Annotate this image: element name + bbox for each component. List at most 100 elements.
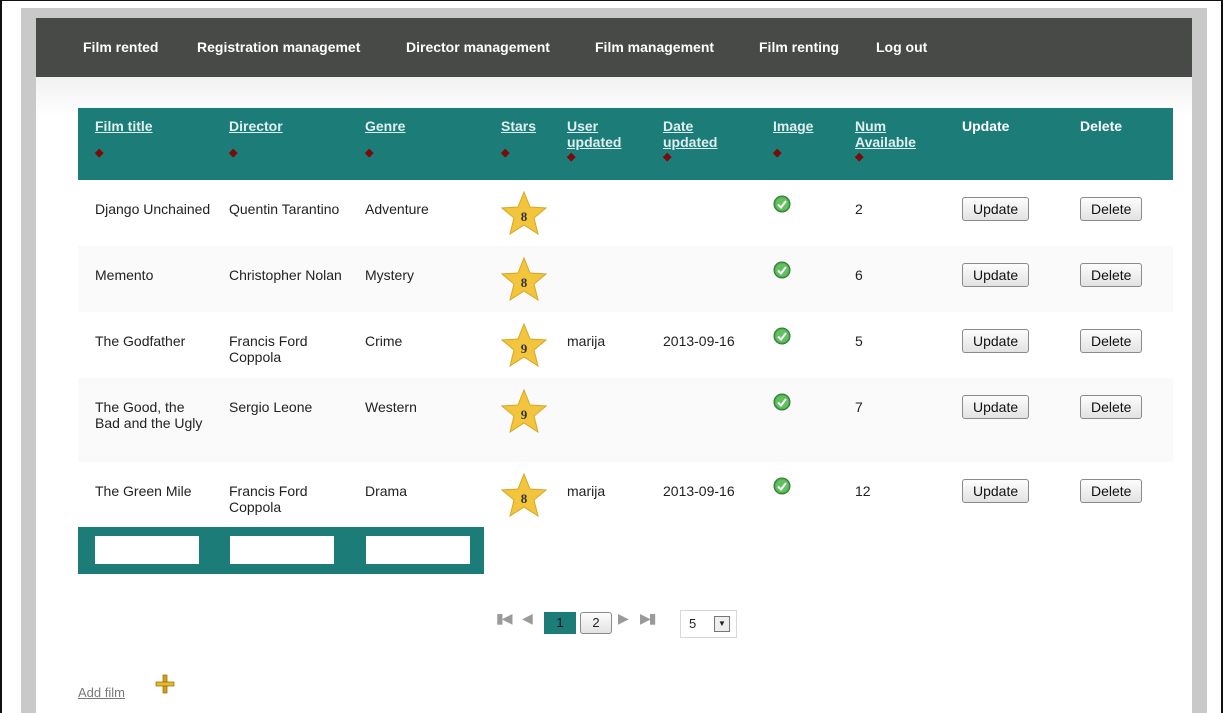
filter-film-title-input[interactable] (95, 536, 199, 564)
cell-num-available: 6 (855, 267, 863, 283)
nav-registration-management[interactable]: Registration managemet (197, 39, 360, 55)
cell-genre: Adventure (365, 201, 429, 217)
cell-film-title: The Good, the Bad and the Ugly (95, 399, 203, 431)
sort-image-link[interactable]: Image (773, 118, 813, 134)
header-director: Director ◆ (212, 108, 348, 180)
cell-film-title: The Green Mile (95, 483, 192, 499)
star-rating-icon: 8 (501, 191, 547, 235)
cell-image (756, 462, 838, 528)
cell-user-updated (550, 378, 646, 462)
last-page-icon[interactable]: ▶▮ (640, 610, 657, 627)
cell-date-updated (646, 246, 756, 312)
check-icon (773, 195, 791, 213)
header-genre: Genre ◆ (348, 108, 484, 180)
cell-date-updated: 2013-09-16 (663, 333, 735, 349)
header-film-title: Film title ◆ (78, 108, 212, 180)
next-page-icon[interactable]: ▶ (618, 610, 629, 627)
cell-delete: Delete (1063, 246, 1173, 312)
table-row: Django Unchained Quentin Tarantino Adventu… (78, 180, 1173, 246)
delete-button[interactable]: Delete (1080, 329, 1143, 353)
films-table: Film title ◆ Director ◆ Genre ◆ Stars ◆ … (78, 108, 1173, 528)
sort-genre-link[interactable]: Genre (365, 118, 405, 134)
sort-num-available-link[interactable]: Num Available (855, 118, 930, 150)
delete-button[interactable]: Delete (1080, 197, 1143, 221)
header-num-available: Num Available ◆ (838, 108, 945, 180)
star-rating-value: 9 (521, 341, 528, 356)
update-button[interactable]: Update (962, 197, 1030, 221)
update-button[interactable]: Update (962, 329, 1030, 353)
sort-date-updated-link[interactable]: Date updated (663, 118, 725, 150)
star-rating-value: 8 (521, 491, 528, 506)
table-header-row: Film title ◆ Director ◆ Genre ◆ Stars ◆ … (78, 108, 1173, 180)
sort-arrows-icon[interactable]: ◆ (773, 148, 838, 159)
delete-button[interactable]: Delete (1080, 263, 1143, 287)
cell-director: Quentin Tarantino (229, 201, 340, 217)
cell-genre: Western (365, 399, 417, 415)
cell-delete: Delete (1063, 180, 1173, 246)
cell-delete: Delete (1063, 312, 1173, 378)
sort-film-title-link[interactable]: Film title (95, 118, 153, 134)
sort-arrows-icon[interactable]: ◆ (365, 148, 484, 159)
update-button[interactable]: Update (962, 479, 1030, 503)
previous-page-icon[interactable]: ◀ (522, 610, 533, 627)
plus-icon[interactable] (154, 673, 176, 695)
add-film-link[interactable]: Add film (78, 685, 125, 700)
header-image: Image ◆ (756, 108, 838, 180)
delete-button[interactable]: Delete (1080, 479, 1143, 503)
page-button[interactable]: 2 (580, 612, 612, 634)
cell-director: Christopher Nolan (229, 267, 342, 283)
cell-stars: 8 (484, 246, 550, 312)
page-border-left (0, 0, 2, 713)
sort-arrows-icon[interactable]: ◆ (855, 152, 945, 163)
first-page-icon[interactable]: ▮◀ (496, 610, 513, 627)
sort-director-link[interactable]: Director (229, 118, 283, 134)
sort-arrows-icon[interactable]: ◆ (567, 152, 646, 163)
star-rating-icon: 8 (501, 473, 547, 517)
header-update-label: Update (962, 118, 1010, 134)
cell-num-available: 5 (855, 333, 863, 349)
filter-director-input[interactable] (230, 536, 334, 564)
header-user-updated: User updated ◆ (550, 108, 646, 180)
cell-genre: Crime (365, 333, 403, 349)
cell-delete: Delete (1063, 462, 1173, 528)
cell-date-updated (646, 180, 756, 246)
star-rating-icon: 9 (501, 323, 547, 367)
cell-update: Update (945, 246, 1063, 312)
cell-update: Update (945, 312, 1063, 378)
header-update: Update (945, 108, 1063, 180)
chevron-down-icon[interactable]: ▼ (714, 616, 730, 632)
table-row: The Godfather Francis Ford Coppola Crime 9 m… (78, 312, 1173, 378)
filter-row (78, 527, 484, 574)
update-button[interactable]: Update (962, 395, 1030, 419)
cell-director: Sergio Leone (229, 399, 313, 415)
top-navbar: Film rented Registration managemet Direc… (36, 18, 1192, 77)
header-stars: Stars ◆ (484, 108, 550, 180)
delete-button[interactable]: Delete (1080, 395, 1143, 419)
filter-genre-input[interactable] (366, 536, 470, 564)
cell-num-available: 7 (855, 399, 863, 415)
sort-arrows-icon[interactable]: ◆ (501, 148, 550, 159)
page-border-top (0, 0, 1223, 1)
page-button[interactable]: 1 (544, 612, 576, 634)
sort-stars-link[interactable]: Stars (501, 118, 536, 134)
cell-director: Francis Ford Coppola (229, 483, 308, 515)
sort-arrows-icon[interactable]: ◆ (663, 152, 756, 163)
cell-genre: Drama (365, 483, 408, 499)
nav-film-rented[interactable]: Film rented (83, 39, 158, 55)
nav-log-out[interactable]: Log out (876, 39, 927, 55)
rows-per-page-select[interactable]: 5 ▼ (680, 610, 737, 638)
cell-update: Update (945, 180, 1063, 246)
cell-date-updated (646, 378, 756, 462)
star-rating-value: 9 (521, 407, 528, 422)
nav-film-management[interactable]: Film management (595, 39, 714, 55)
cell-stars: 9 (484, 378, 550, 462)
sort-arrows-icon[interactable]: ◆ (229, 148, 348, 159)
nav-director-management[interactable]: Director management (406, 39, 550, 55)
cell-stars: 8 (484, 462, 550, 528)
nav-film-renting[interactable]: Film renting (759, 39, 839, 55)
sort-arrows-icon[interactable]: ◆ (95, 148, 212, 159)
update-button[interactable]: Update (962, 263, 1030, 287)
cell-update: Update (945, 378, 1063, 462)
sort-user-updated-link[interactable]: User updated (567, 118, 629, 150)
cell-film-title: Django Unchained (95, 201, 211, 217)
